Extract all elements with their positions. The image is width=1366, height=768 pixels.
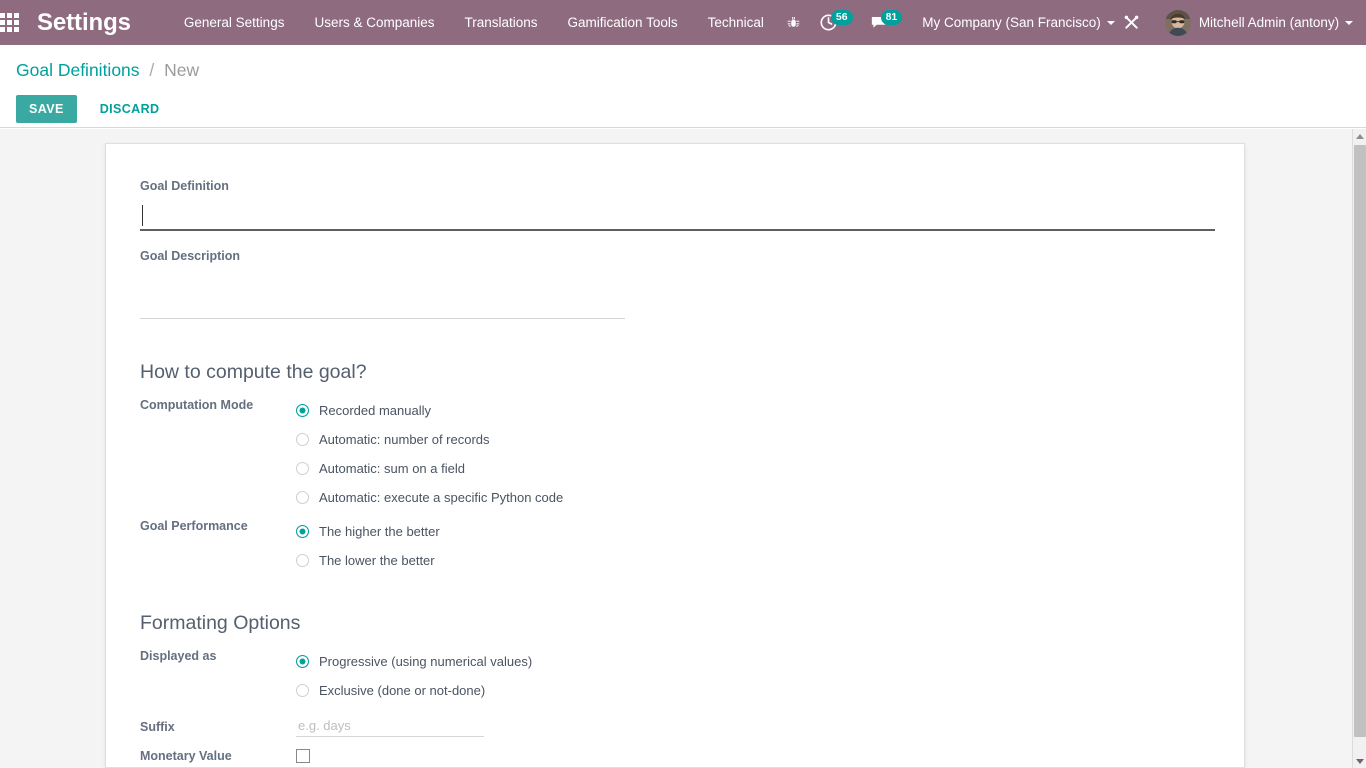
computation-mode-radios: Recorded manually Automatic: number of r…	[296, 396, 563, 512]
breadcrumb-goal-definitions[interactable]: Goal Definitions	[16, 60, 140, 80]
computation-mode-group: Computation Mode Recorded manually Autom…	[140, 396, 1210, 512]
app-brand-title[interactable]: Settings	[37, 9, 131, 37]
vertical-scrollbar[interactable]	[1352, 129, 1366, 768]
radio-automatic-number-of-records[interactable]: Automatic: number of records	[296, 425, 563, 454]
suffix-label: Suffix	[140, 720, 175, 734]
record-action-buttons: SAVE DISCARD	[16, 95, 1350, 123]
radio-indicator	[296, 462, 309, 475]
monetary-value-label: Monetary Value	[140, 749, 232, 763]
navbar-right-tools: 56 81 My Company (San Francisco) Mitchel…	[779, 0, 1366, 45]
radio-label: Automatic: execute a specific Python cod…	[319, 490, 564, 505]
messages-menu-button[interactable]: 81	[865, 0, 909, 45]
radio-indicator	[296, 684, 309, 697]
bug-icon	[788, 16, 800, 27]
radio-indicator	[296, 554, 309, 567]
radio-label: Progressive (using numerical values)	[319, 654, 533, 669]
radio-indicator	[296, 655, 309, 668]
developer-tools-button[interactable]	[1115, 0, 1149, 45]
radio-label: The lower the better	[319, 553, 435, 568]
avatar	[1164, 9, 1191, 36]
tools-icon	[1124, 15, 1139, 29]
radio-label: Automatic: number of records	[319, 432, 490, 447]
monetary-value-field-group: Monetary Value	[140, 749, 1210, 763]
displayed-as-radios: Progressive (using numerical values) Exc…	[296, 647, 532, 705]
displayed-as-label: Displayed as	[140, 649, 217, 663]
goal-description-field-group: Goal Description	[140, 248, 1210, 324]
triangle-down-icon	[1355, 758, 1364, 764]
goal-definition-field-group: Goal Definition	[140, 178, 1215, 231]
goal-performance-group: Goal Performance The higher the better T…	[140, 517, 1210, 575]
menu-item-translations[interactable]: Translations	[450, 0, 553, 45]
messages-count-badge: 81	[880, 9, 903, 25]
monetary-value-checkbox[interactable]	[296, 749, 310, 763]
radio-indicator	[296, 491, 309, 504]
main-menu: General Settings Users & Companies Trans…	[169, 0, 779, 45]
radio-progressive[interactable]: Progressive (using numerical values)	[296, 647, 532, 676]
radio-label: Automatic: sum on a field	[319, 461, 465, 476]
company-switcher-label: My Company (San Francisco)	[922, 15, 1101, 30]
triangle-up-icon	[1355, 133, 1364, 139]
menu-item-users-companies[interactable]: Users & Companies	[299, 0, 449, 45]
radio-indicator	[296, 525, 309, 538]
goal-description-label: Goal Description	[140, 249, 241, 263]
activities-menu-button[interactable]: 56	[815, 0, 859, 45]
breadcrumb: Goal Definitions / New	[16, 59, 1350, 81]
form-sheet: Goal Definition Goal Description How to …	[105, 143, 1245, 768]
menu-item-technical[interactable]: Technical	[693, 0, 779, 45]
chevron-down-icon	[1106, 20, 1115, 25]
suffix-field-group: Suffix	[140, 717, 1210, 737]
goal-description-input[interactable]	[140, 273, 625, 319]
discard-button[interactable]: DISCARD	[88, 95, 172, 123]
suffix-input[interactable]	[296, 717, 484, 737]
user-menu[interactable]: Mitchell Admin (antony)	[1164, 9, 1359, 36]
radio-exclusive[interactable]: Exclusive (done or not-done)	[296, 676, 532, 705]
radio-recorded-manually[interactable]: Recorded manually	[296, 396, 563, 425]
apps-grid-icon	[0, 13, 19, 32]
radio-indicator	[296, 433, 309, 446]
radio-automatic-sum-on-a-field[interactable]: Automatic: sum on a field	[296, 454, 563, 483]
compute-section-title: How to compute the goal?	[140, 361, 367, 383]
goal-performance-label: Goal Performance	[140, 519, 248, 533]
breadcrumb-separator: /	[149, 60, 155, 80]
activities-count-badge: 56	[830, 9, 853, 25]
formating-section-title: Formating Options	[140, 612, 301, 634]
text-cursor	[142, 205, 143, 226]
radio-label: Exclusive (done or not-done)	[319, 683, 486, 698]
user-menu-label: Mitchell Admin (antony)	[1198, 15, 1340, 30]
goal-definition-input-wrap	[140, 201, 1215, 231]
radio-automatic-python-code[interactable]: Automatic: execute a specific Python cod…	[296, 483, 563, 512]
scrollbar-thumb[interactable]	[1354, 145, 1366, 737]
top-navbar: Settings General Settings Users & Compan…	[0, 0, 1366, 45]
menu-item-general-settings[interactable]: General Settings	[169, 0, 300, 45]
displayed-as-group: Displayed as Progressive (using numerica…	[140, 647, 1210, 705]
debug-bug-button[interactable]	[779, 0, 809, 45]
form-content-area: Goal Definition Goal Description How to …	[0, 129, 1352, 768]
company-switcher[interactable]: My Company (San Francisco)	[922, 15, 1115, 30]
breadcrumb-current: New	[164, 60, 200, 80]
radio-label: The higher the better	[319, 524, 440, 539]
save-button[interactable]: SAVE	[16, 95, 77, 123]
goal-performance-radios: The higher the better The lower the bett…	[296, 517, 440, 575]
scroll-up-button[interactable]	[1353, 129, 1366, 143]
goal-definition-label: Goal Definition	[140, 179, 229, 193]
menu-item-gamification-tools[interactable]: Gamification Tools	[553, 0, 693, 45]
chevron-down-icon	[1345, 20, 1354, 25]
control-panel: Goal Definitions / New SAVE DISCARD	[0, 45, 1366, 128]
radio-higher-the-better[interactable]: The higher the better	[296, 517, 440, 546]
apps-menu-button[interactable]	[0, 0, 19, 45]
computation-mode-label: Computation Mode	[140, 398, 254, 412]
goal-definition-input[interactable]	[140, 201, 1215, 231]
radio-label: Recorded manually	[319, 403, 432, 418]
radio-lower-the-better[interactable]: The lower the better	[296, 546, 440, 575]
radio-indicator	[296, 404, 309, 417]
scroll-down-button[interactable]	[1353, 754, 1366, 768]
